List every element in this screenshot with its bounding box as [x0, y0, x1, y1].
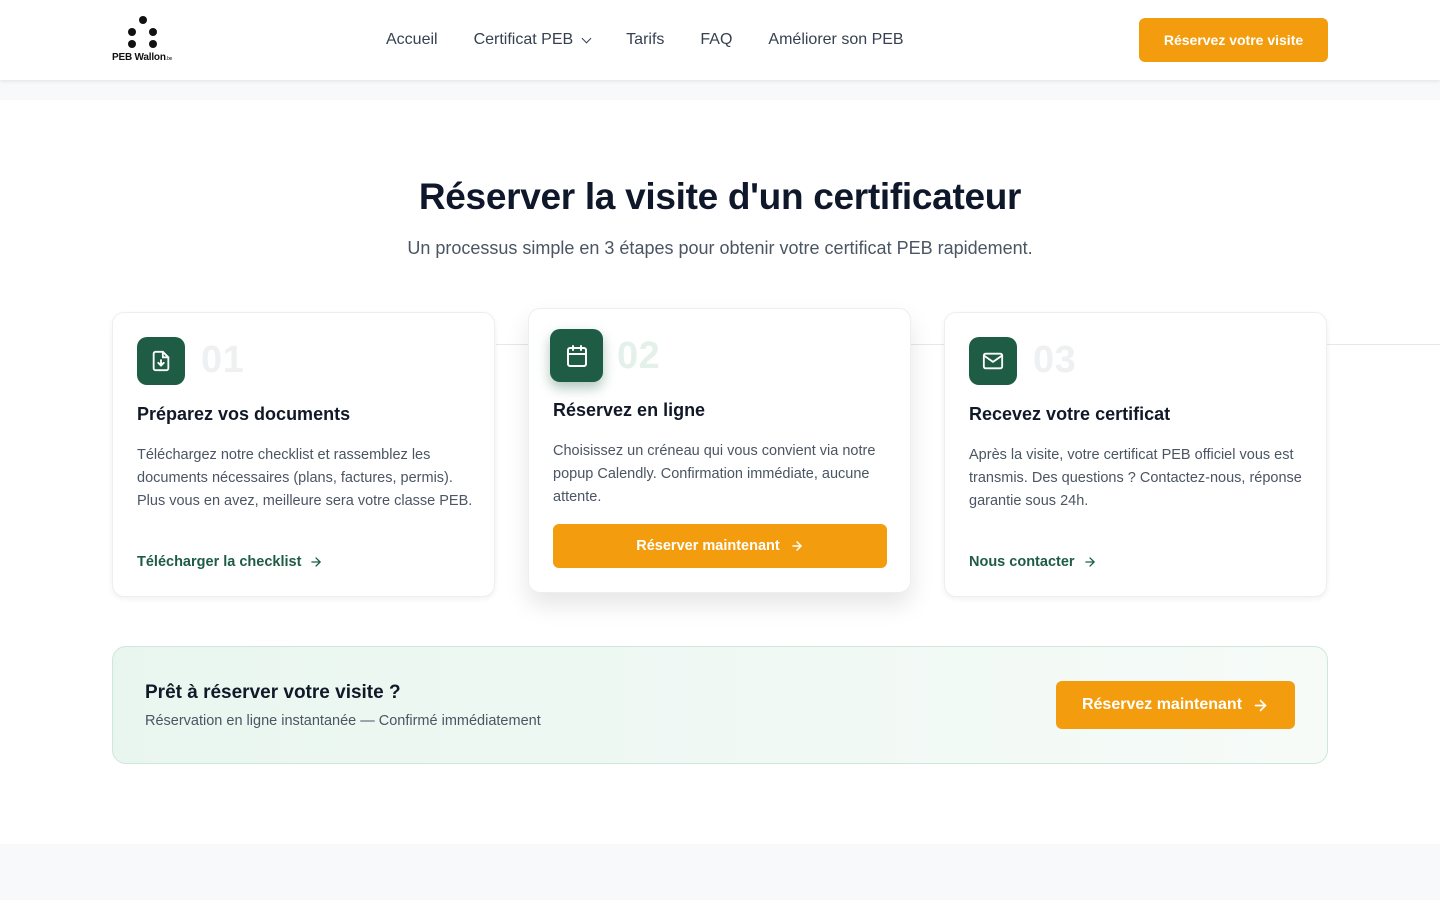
nav-item-ameliorer-peb[interactable]: Améliorer son PEB: [768, 31, 903, 49]
step-card-2: 02 Réservez en ligne Choisissez un créne…: [528, 308, 911, 593]
arrow-right-icon: [311, 557, 322, 567]
main-nav: Accueil Certificat PEB Tarifs FAQ Amélio…: [386, 0, 904, 80]
step-card-3: 03 Recevez votre certificat Après la vis…: [944, 312, 1327, 597]
step-title: Recevez votre certificat: [969, 404, 1171, 424]
nav-item-faq[interactable]: FAQ: [700, 31, 732, 49]
arrow-right-icon: [1084, 557, 1095, 567]
calendar-icon: [550, 329, 603, 382]
step-number: 03: [1033, 339, 1077, 381]
contact-us-link[interactable]: Nous contacter: [969, 554, 1097, 570]
step-number: 01: [201, 339, 245, 381]
section-subtitle: Un processus simple en 3 étapes pour obt…: [407, 238, 1033, 258]
step-number: 02: [617, 335, 661, 377]
chevron-down-icon: [581, 33, 592, 43]
logo-dot: [128, 28, 136, 36]
download-checklist-link[interactable]: Télécharger la checklist: [137, 554, 323, 570]
logo-dot: [128, 40, 136, 48]
section-divider: [0, 80, 1440, 100]
logo-dot: [149, 40, 157, 48]
step-title: Réservez en ligne: [553, 400, 706, 420]
step-description: Après la visite, votre certificat PEB of…: [969, 447, 1302, 509]
arrow-right-icon: [791, 541, 802, 551]
step-description: Choisissez un créneau qui vous convient …: [553, 443, 876, 505]
logo[interactable]: PEB Wallon.be: [112, 14, 176, 68]
nav-item-certificat-peb[interactable]: Certificat PEB: [474, 31, 592, 49]
file-download-icon: [137, 337, 185, 385]
step-description: Téléchargez notre checklist et rassemble…: [137, 447, 473, 509]
next-section-background: [0, 844, 1440, 900]
arrow-right-icon: [1254, 699, 1267, 711]
logo-dot: [149, 28, 157, 36]
cta-title: Prêt à réserver votre visite ?: [145, 682, 401, 703]
logo-text: PEB Wallon.be: [112, 52, 173, 63]
booking-cta-banner: Prêt à réserver votre visite ? Réservati…: [112, 646, 1328, 764]
nav-item-accueil[interactable]: Accueil: [386, 31, 438, 49]
header-book-visit-button[interactable]: Réservez votre visite: [1139, 18, 1328, 62]
cta-subtitle: Réservation en ligne instantanée — Confi…: [145, 713, 541, 729]
step-card-1: 01 Préparez vos documents Téléchargez no…: [112, 312, 495, 597]
cta-book-now-button[interactable]: Réservez maintenant: [1056, 681, 1295, 729]
book-now-button[interactable]: Réserver maintenant: [553, 524, 887, 568]
nav-item-tarifs[interactable]: Tarifs: [626, 31, 664, 49]
logo-dot: [139, 16, 147, 24]
step-title: Préparez vos documents: [137, 404, 351, 424]
section-title: Réserver la visite d'un certificateur: [418, 176, 1022, 217]
site-header: PEB Wallon.be Accueil Certificat PEB Tar…: [0, 0, 1440, 80]
mail-icon: [969, 337, 1017, 385]
